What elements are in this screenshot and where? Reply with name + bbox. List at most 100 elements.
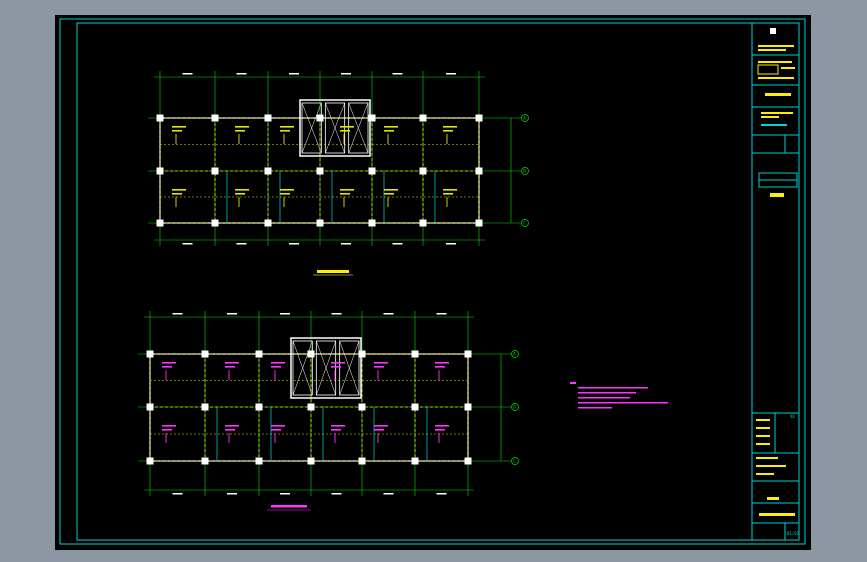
column: [419, 114, 427, 122]
rebar-label: [271, 366, 281, 368]
rebar-label: [384, 130, 394, 132]
grid-bubble-label: B: [523, 169, 526, 174]
dimension-text: [280, 493, 290, 495]
column: [411, 457, 419, 465]
rebar-label: [172, 193, 182, 195]
drawing-sheet: XX 01/01 A B C A B C: [55, 15, 811, 550]
rebar-label: [384, 189, 398, 191]
grid-bubble-label: C: [523, 221, 526, 226]
rebar-label: [340, 126, 354, 128]
rebar-label: [384, 126, 398, 128]
rebar-label: [235, 193, 245, 195]
dimension-text: [182, 73, 193, 75]
rebar-label: [331, 429, 341, 431]
drawing-frame: [59, 18, 806, 545]
column: [264, 114, 272, 122]
rebar-label: [384, 193, 394, 195]
column: [316, 114, 324, 122]
column: [156, 114, 164, 122]
column: [411, 403, 419, 411]
dimension-text: [227, 493, 237, 495]
upper-floor-plan[interactable]: A B C: [148, 71, 529, 246]
upper-plan-caption: [313, 270, 353, 276]
column: [255, 457, 263, 465]
column: [475, 114, 483, 122]
dimension-text: [227, 313, 237, 315]
rebar-label: [435, 366, 445, 368]
column: [419, 167, 427, 175]
column: [358, 457, 366, 465]
dimension-text: [392, 73, 403, 75]
dimension-text: [236, 243, 247, 245]
rebar-label: [435, 425, 449, 427]
column: [264, 219, 272, 227]
rebar-label: [172, 126, 186, 128]
column: [255, 350, 263, 358]
sheet-number: 01/01: [787, 531, 800, 536]
rebar-label: [280, 130, 290, 132]
rebar-label: [280, 189, 294, 191]
rebar-label: [280, 193, 290, 195]
title-block: XX 01/01: [752, 28, 800, 540]
rebar-label: [340, 193, 350, 195]
dimension-text: [341, 73, 351, 75]
column: [411, 350, 419, 358]
lower-floor-plan[interactable]: A B C: [138, 311, 519, 496]
grid-bubble-label: B: [513, 405, 516, 410]
general-notes: [570, 382, 668, 409]
column: [146, 350, 154, 358]
dimension-text: [341, 243, 351, 245]
column: [368, 167, 376, 175]
column: [211, 114, 219, 122]
rebar-label: [162, 425, 176, 427]
rebar-label: [340, 130, 350, 132]
dimension-text: [383, 313, 394, 315]
dimension-text: [436, 313, 447, 315]
column: [464, 350, 472, 358]
title-block-note: XX: [790, 414, 795, 419]
column: [201, 350, 209, 358]
column: [156, 167, 164, 175]
rebar-label: [331, 362, 345, 364]
rebar-label: [331, 366, 341, 368]
column: [211, 219, 219, 227]
dimension-text: [446, 73, 456, 75]
dimension-text: [436, 493, 447, 495]
dimension-text: [383, 493, 394, 495]
dimension-text: [172, 493, 183, 495]
column: [316, 167, 324, 175]
dimension-text: [182, 243, 193, 245]
rebar-label: [235, 130, 245, 132]
dimension-text: [392, 243, 403, 245]
rebar-label: [331, 425, 345, 427]
rebar-label: [271, 362, 285, 364]
dimension-text: [172, 313, 183, 315]
rebar-label: [162, 429, 172, 431]
rebar-label: [271, 429, 281, 431]
cad-viewport[interactable]: XX 01/01 A B C A B C: [55, 15, 811, 550]
rebar-label: [280, 126, 294, 128]
column: [368, 219, 376, 227]
dimension-text: [236, 73, 247, 75]
column: [475, 219, 483, 227]
grid-bubble-label: A: [513, 352, 516, 357]
column: [201, 403, 209, 411]
column: [201, 457, 209, 465]
column: [146, 457, 154, 465]
column: [307, 457, 315, 465]
column: [264, 167, 272, 175]
rebar-label: [162, 366, 172, 368]
column: [419, 219, 427, 227]
rebar-label: [435, 429, 445, 431]
rebar-label: [374, 362, 388, 364]
dimension-text: [331, 313, 342, 315]
rebar-label: [172, 189, 186, 191]
dimension-text: [331, 493, 342, 495]
rebar-label: [340, 189, 354, 191]
column: [358, 403, 366, 411]
lower-plan-caption: [267, 505, 311, 511]
dimension-text: [280, 313, 290, 315]
rebar-label: [225, 425, 239, 427]
grid-bubble-label: C: [513, 459, 516, 464]
rebar-label: [443, 189, 457, 191]
